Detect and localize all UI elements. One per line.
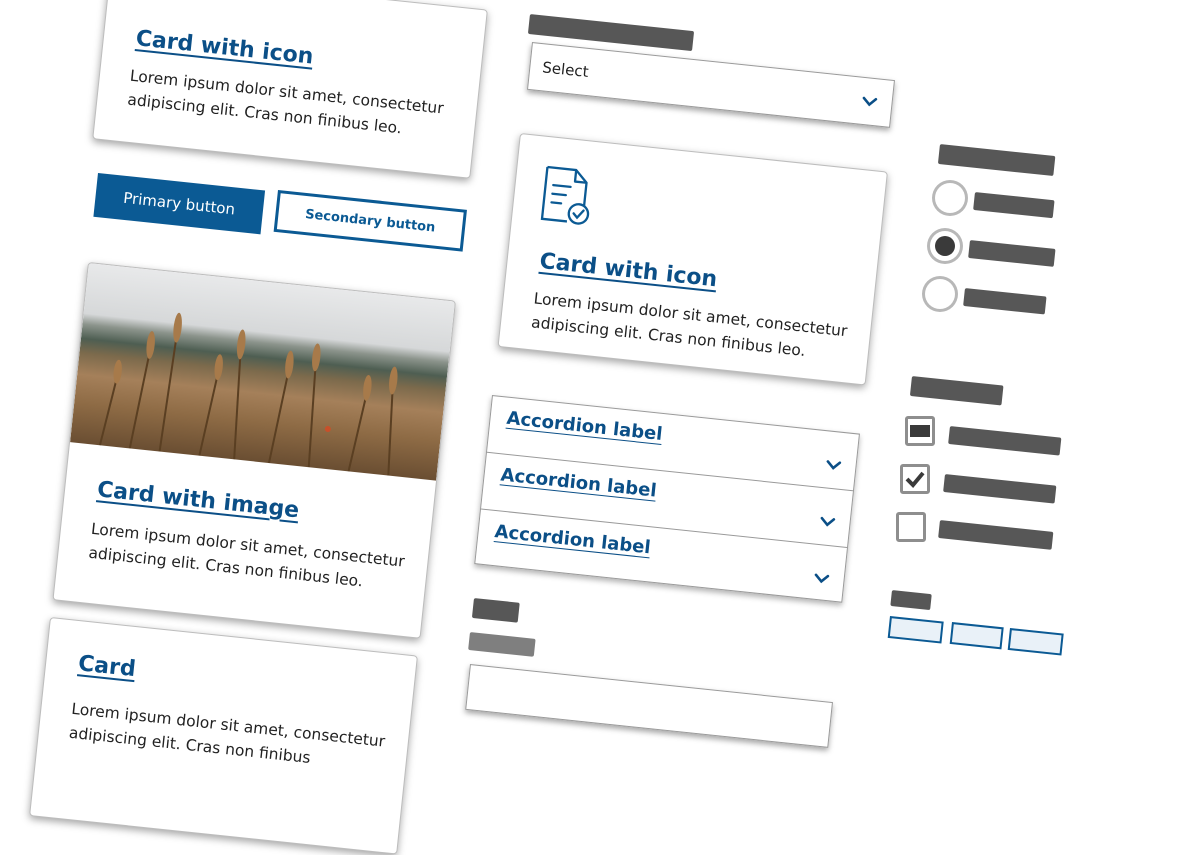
checkbox-group-label (909, 376, 1004, 406)
secondary-button[interactable]: Secondary button (273, 190, 467, 252)
accordion: Accordion label Accordion label Accordio… (474, 395, 860, 603)
document-check-icon (540, 165, 590, 225)
card-text: Lorem ipsum dolor sit amet, consectetur … (530, 289, 849, 360)
chevron-down-icon (814, 573, 830, 584)
tag-2[interactable] (949, 622, 1004, 650)
radio-option-1[interactable] (935, 183, 965, 213)
tags-label (890, 590, 932, 611)
card-title[interactable]: Card with icon (135, 26, 315, 70)
checkbox-label (938, 520, 1054, 550)
checkbox-1[interactable] (905, 416, 935, 446)
card-with-image[interactable]: Card with image Lorem ipsum dolor sit am… (52, 262, 456, 639)
card-text: Lorem ipsum dolor sit amet, consectetur … (126, 66, 445, 138)
card-title[interactable]: Card with icon (538, 249, 718, 293)
radio-option-label (963, 288, 1047, 315)
wheat-field-image (70, 263, 455, 481)
card-title[interactable]: Card (77, 651, 137, 682)
accordion-label[interactable]: Accordion label (494, 521, 652, 558)
input-hint (468, 632, 536, 657)
card-text: Lorem ipsum dolor sit amet, consectetur … (68, 699, 386, 767)
card-text: Lorem ipsum dolor sit amet, consectetur … (87, 519, 406, 591)
text-input[interactable] (465, 664, 834, 748)
primary-button[interactable]: Primary button (93, 173, 266, 235)
checkbox-2[interactable] (900, 464, 930, 494)
checkbox-label (948, 426, 1062, 456)
radio-group-label (937, 144, 1056, 177)
radio-option-label (973, 192, 1055, 219)
card-plain[interactable]: Card Lorem ipsum dolor sit amet, consect… (29, 617, 418, 855)
checkmark-icon (905, 471, 925, 488)
tag-3[interactable] (1007, 628, 1064, 656)
radio-option-label (968, 240, 1056, 267)
select-dropdown[interactable]: Select (526, 42, 896, 128)
tag-1[interactable] (887, 616, 944, 644)
checkbox-label (943, 474, 1057, 504)
chevron-down-icon (820, 516, 836, 527)
radio-option-3[interactable] (925, 279, 955, 309)
card-with-icon-mid[interactable]: Card with icon Lorem ipsum dolor sit ame… (497, 133, 888, 386)
accordion-label[interactable]: Accordion label (506, 408, 664, 445)
wheat-field-image-art (98, 312, 398, 476)
card-with-icon-top[interactable]: Card with icon Lorem ipsum dolor sit ame… (92, 0, 488, 179)
accordion-label[interactable]: Accordion label (500, 464, 658, 501)
chevron-down-icon (826, 460, 842, 470)
chevron-down-icon (862, 96, 878, 107)
card-title[interactable]: Card with image (96, 477, 300, 523)
checkbox-3[interactable] (896, 512, 926, 542)
radio-option-2[interactable] (930, 231, 960, 261)
checkmark-icon (910, 425, 930, 437)
select-value: Select (541, 58, 590, 82)
input-label (471, 598, 520, 623)
